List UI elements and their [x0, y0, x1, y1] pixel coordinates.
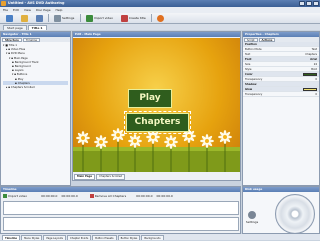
- menu-button-chapters[interactable]: Chapters: [124, 111, 191, 134]
- preview-title: Edit - Main Page: [73, 32, 240, 37]
- timeline-track[interactable]: [3, 201, 239, 215]
- title-bar: Untitled - AVS DVD Authoring: [0, 0, 320, 7]
- settings-icon: [248, 211, 256, 219]
- tab-title-1[interactable]: Title 1: [27, 25, 47, 30]
- toolbar-separator: [48, 14, 49, 22]
- tab-start-page[interactable]: Start page: [3, 25, 27, 30]
- tab-backgrounds[interactable]: Backgrounds: [141, 235, 164, 240]
- tab-chapters-scrolled[interactable]: Chapters Scrolled: [96, 174, 126, 180]
- tab-chapter-points[interactable]: Chapter Points: [66, 235, 92, 240]
- timeline-toolbar: Import video 00:00:00.0 00:00:00.0 Remov…: [3, 193, 173, 199]
- document-tabs: Start page Title 1: [0, 24, 320, 30]
- tab-actions[interactable]: Actions: [258, 38, 276, 42]
- color-swatch[interactable]: [303, 73, 317, 76]
- properties-panel: Properties - Chapters Script Actions Pos…: [242, 31, 320, 186]
- disk-usage-title: Disk usage: [243, 187, 319, 192]
- tree-item-chapters-scrolled[interactable]: ▸ ▪ Chapters Scrolled: [3, 85, 68, 89]
- toolbar-separator: [151, 14, 152, 22]
- remove-icon: [89, 194, 94, 198]
- burn-button[interactable]: [155, 14, 167, 23]
- timeline-panel: Timeline Import video 00:00:00.0 00:00:0…: [0, 186, 241, 234]
- tab-timeline-bottom[interactable]: Timeline: [2, 235, 21, 240]
- time-mark: 00:00:00.0: [156, 194, 173, 198]
- open-icon: [20, 14, 28, 22]
- tab-button-presets[interactable]: Button Presets: [92, 235, 117, 240]
- time-mark: 00:00:00.0: [136, 194, 153, 198]
- time-mark: 00:00:00.0: [41, 194, 58, 198]
- import-video-icon: [3, 194, 7, 198]
- import-video-button[interactable]: Import video: [83, 14, 115, 23]
- window-title: Untitled - AVS DVD Authoring: [8, 1, 65, 5]
- new-button[interactable]: [3, 14, 15, 23]
- remove-all-chapters-button[interactable]: Remove All Chapters: [89, 194, 126, 198]
- settings-icon: [54, 14, 61, 22]
- dvd-disc-icon: [275, 194, 315, 234]
- open-button[interactable]: [18, 14, 30, 23]
- settings-button[interactable]: Settings: [52, 14, 77, 23]
- save-button[interactable]: [33, 14, 45, 23]
- tab-timeline[interactable]: Timeline: [22, 38, 40, 42]
- tab-button-styles[interactable]: Button Styles: [117, 235, 141, 240]
- toolbar-separator: [79, 14, 81, 22]
- tab-main-page[interactable]: Main Page: [74, 174, 96, 180]
- color-swatch[interactable]: [303, 88, 317, 91]
- bottom-tabs: Timeline Menu Styles Page Layouts Chapte…: [0, 234, 320, 240]
- settings-button[interactable]: Settings: [245, 211, 259, 224]
- time-mark: 00:00:00.0: [61, 194, 78, 198]
- tab-page-layouts[interactable]: Page Layouts: [43, 235, 66, 240]
- navigator-panel: Navigator - Title 1 Structure Timeline ▾…: [0, 31, 71, 186]
- tab-menu-styles[interactable]: Menu Styles: [21, 235, 43, 240]
- import-video-button[interactable]: Import video: [3, 194, 27, 198]
- properties-list: Position Button Mode Text Text Chapters Fo…: [243, 42, 319, 97]
- window-controls: [299, 1, 319, 6]
- import-video-icon: [85, 14, 93, 22]
- create-title-icon: [120, 14, 128, 22]
- menu-button-play[interactable]: Play: [128, 89, 172, 108]
- timeline-title: Timeline: [1, 187, 240, 192]
- close-button[interactable]: [313, 1, 319, 6]
- new-icon: [5, 14, 13, 22]
- toolbar: Settings Import video Create title: [0, 13, 320, 24]
- app-icon: [1, 1, 6, 6]
- tab-structure[interactable]: Structure: [2, 38, 22, 42]
- create-title-button[interactable]: Create title: [118, 14, 148, 23]
- maximize-button[interactable]: [306, 1, 312, 6]
- timeline-track[interactable]: [3, 217, 239, 231]
- property-row[interactable]: Transparency 0: [243, 92, 319, 97]
- burn-icon: [157, 14, 165, 22]
- save-icon: [35, 14, 43, 22]
- structure-tree: ▾ ■ Title 1 ▸ ▪ Video Files ▾ ▪ DVD Menu…: [1, 42, 70, 90]
- minimize-button[interactable]: [299, 1, 305, 6]
- menu-stage[interactable]: Play Chapters: [73, 38, 240, 172]
- preview-tabs: Main Page Chapters Scrolled: [74, 174, 126, 180]
- disk-usage-panel: Disk usage Settings: [242, 186, 320, 234]
